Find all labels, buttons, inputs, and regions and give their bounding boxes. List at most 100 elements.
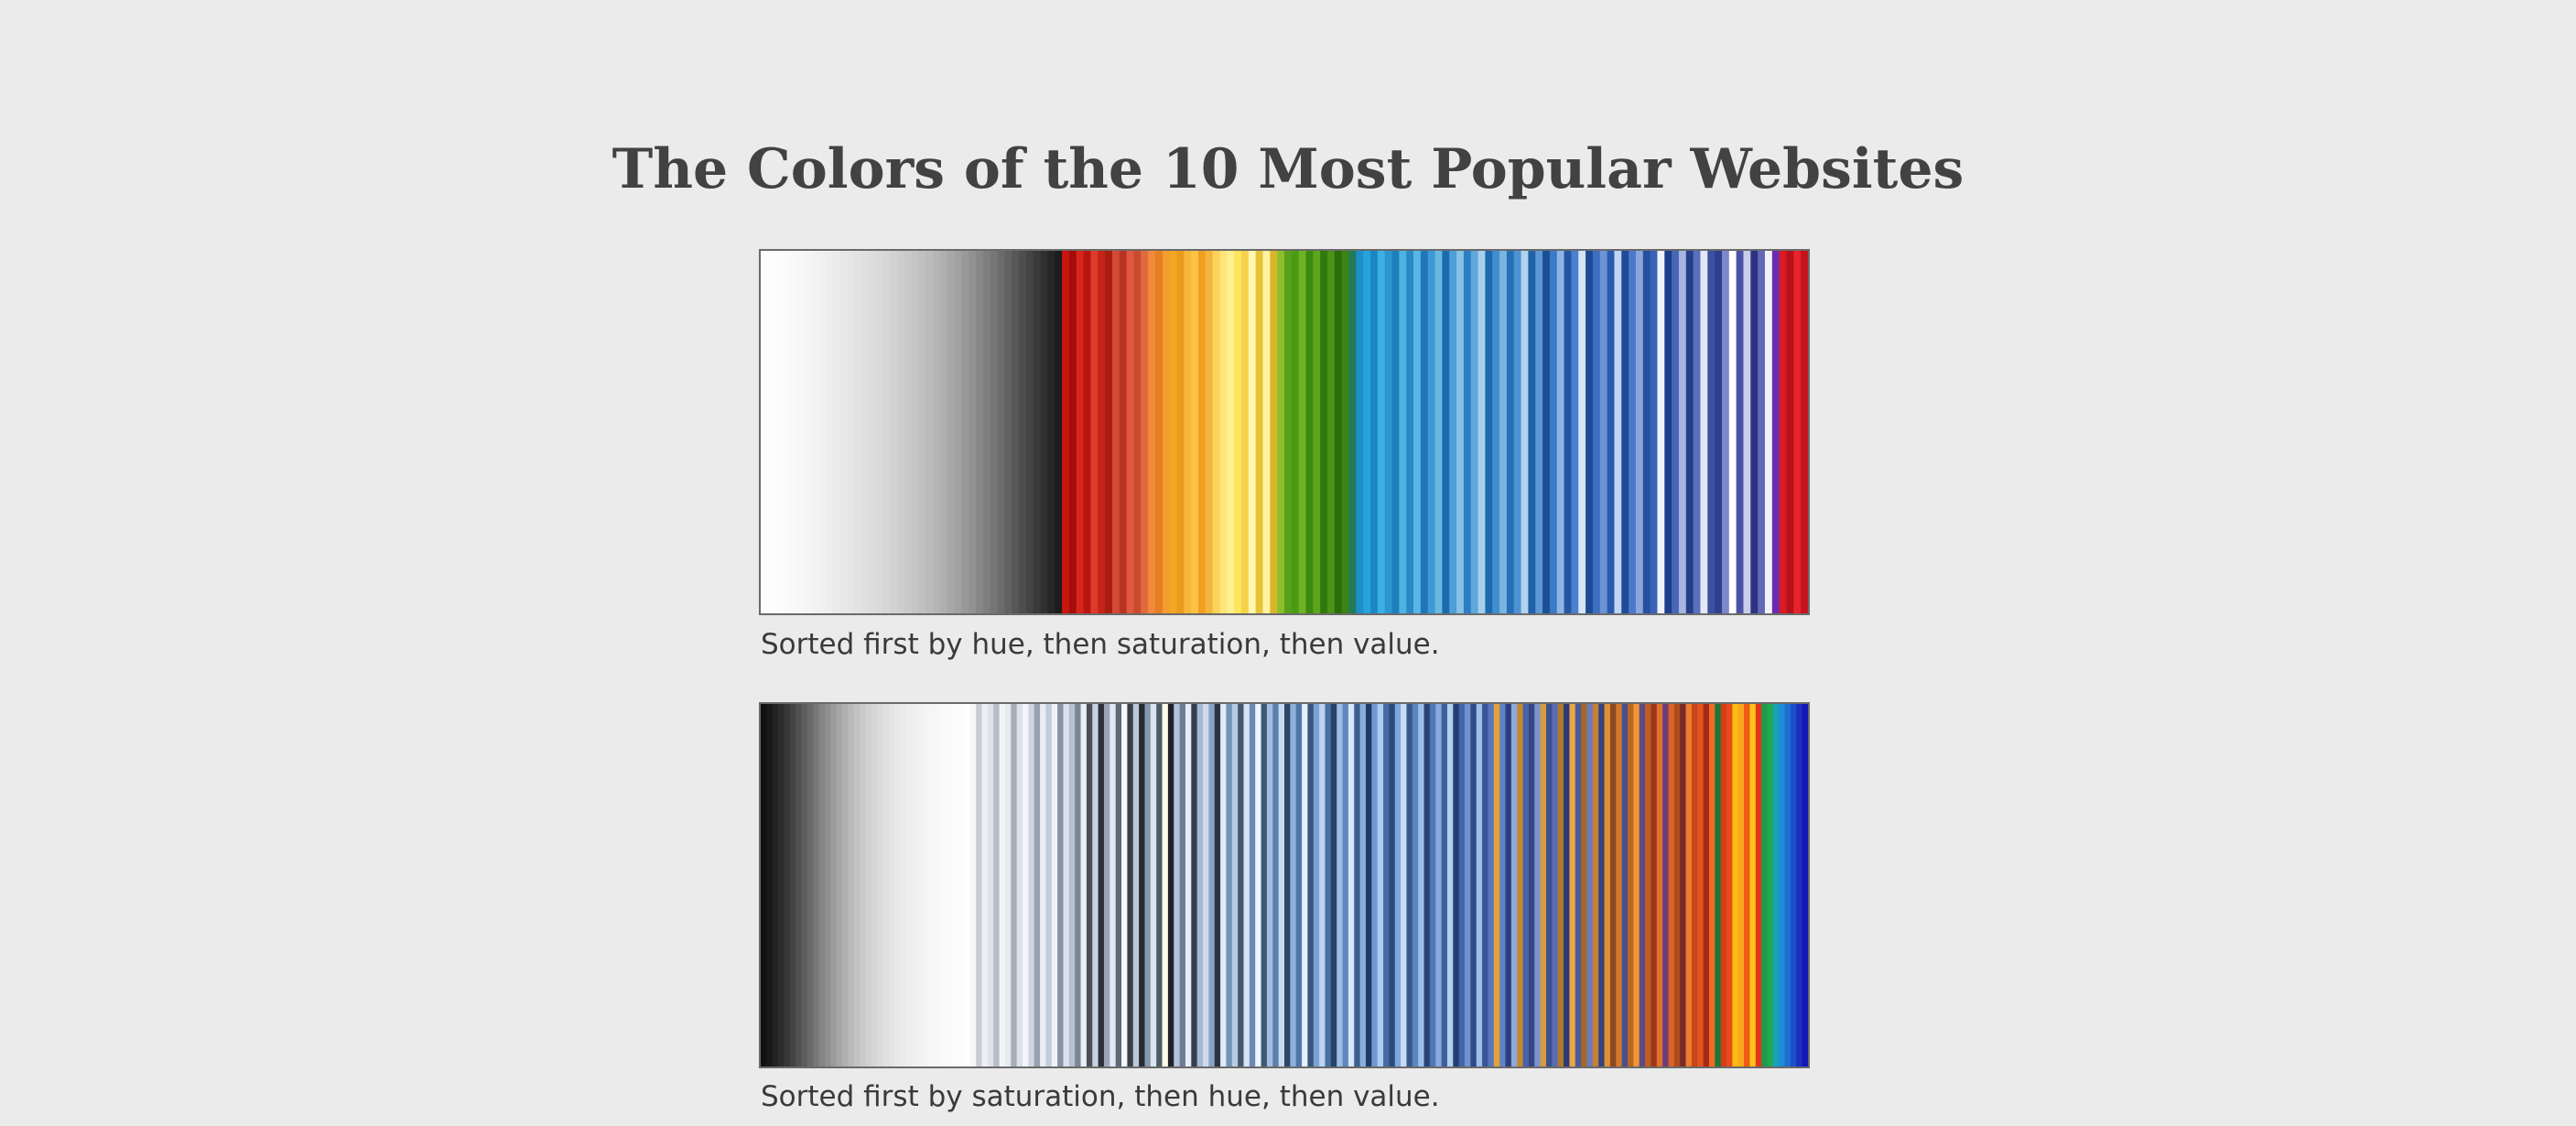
color-stripe xyxy=(1191,704,1198,1066)
color-stripe xyxy=(1656,704,1663,1066)
color-stripe xyxy=(836,704,843,1066)
color-stripe xyxy=(969,251,977,613)
color-stripe xyxy=(1227,251,1235,613)
color-stripe xyxy=(1305,251,1315,613)
color-stripe xyxy=(961,251,969,613)
color-stripe xyxy=(1604,704,1611,1066)
color-stripe xyxy=(1341,251,1350,613)
color-stripe xyxy=(801,704,808,1066)
color-stripe xyxy=(1132,704,1140,1066)
color-stripe xyxy=(1371,704,1379,1066)
color-stripe xyxy=(1342,704,1349,1066)
color-stripe xyxy=(1737,704,1745,1066)
color-stripe xyxy=(1313,704,1320,1066)
color-stripe xyxy=(813,704,820,1066)
color-stripe xyxy=(1406,704,1413,1066)
color-stripe xyxy=(1319,704,1326,1066)
color-stripe xyxy=(1051,704,1058,1066)
color-stripe xyxy=(877,704,884,1066)
color-stripe xyxy=(772,704,779,1066)
color-stripe xyxy=(804,251,812,613)
color-stripe xyxy=(1389,704,1396,1066)
color-stripe xyxy=(1219,251,1228,613)
color-stripe xyxy=(1354,704,1361,1066)
color-stripe xyxy=(1736,251,1745,613)
color-stripe xyxy=(1401,704,1408,1066)
color-stripe xyxy=(1499,251,1508,613)
color-stripe xyxy=(1510,704,1518,1066)
color-stripe xyxy=(1418,704,1425,1066)
color-stripe xyxy=(1307,704,1315,1066)
color-stripe xyxy=(1348,251,1358,613)
color-stripe xyxy=(841,704,850,1066)
color-stripe xyxy=(1651,704,1658,1066)
color-stripe xyxy=(860,704,867,1066)
color-stripe xyxy=(1025,251,1034,613)
color-stripe xyxy=(1148,251,1156,613)
color-stripe xyxy=(1482,704,1489,1066)
color-stripe xyxy=(1557,704,1564,1066)
color-stripe xyxy=(969,704,977,1066)
color-stripe xyxy=(1802,704,1808,1066)
color-stripe xyxy=(1796,704,1803,1066)
color-stripe xyxy=(1284,251,1293,613)
color-stripe xyxy=(1203,704,1210,1066)
color-stripe xyxy=(1629,251,1637,613)
color-stripe xyxy=(1465,704,1472,1066)
color-stripe xyxy=(810,251,819,613)
color-stripe xyxy=(1098,704,1105,1066)
color-stripe xyxy=(875,251,883,613)
color-stripe xyxy=(1133,251,1142,613)
color-stripe xyxy=(1191,251,1199,613)
color-stripe xyxy=(981,704,989,1066)
color-stripe xyxy=(1442,251,1450,613)
color-stripe xyxy=(1535,251,1543,613)
color-stripe xyxy=(1772,704,1780,1066)
color-stripe xyxy=(917,704,925,1066)
color-stripe xyxy=(796,251,805,613)
color-stripe xyxy=(1103,704,1111,1066)
color-stripe xyxy=(1493,704,1500,1066)
color-stripe xyxy=(1521,251,1530,613)
color-stripe xyxy=(1758,251,1766,613)
color-stripe xyxy=(825,251,834,613)
color-stripe xyxy=(774,251,784,613)
color-stripe xyxy=(1569,704,1576,1066)
color-stripe xyxy=(1564,251,1573,613)
color-stripe xyxy=(888,704,895,1066)
color-stripe xyxy=(1063,704,1070,1066)
color-stripe xyxy=(993,704,1001,1066)
color-stripe xyxy=(1700,251,1708,613)
color-stripe xyxy=(1476,704,1483,1066)
color-stripe xyxy=(1004,251,1012,613)
color-stripe xyxy=(1453,704,1460,1066)
color-stripe xyxy=(1313,251,1321,613)
color-strip-saturation-sorted xyxy=(759,702,1810,1068)
color-stripe xyxy=(1111,251,1120,613)
color-stripe xyxy=(1019,251,1027,613)
color-stripe xyxy=(1627,704,1635,1066)
color-stripe xyxy=(1212,251,1221,613)
color-stripe xyxy=(1664,251,1672,613)
color-stripe xyxy=(929,704,936,1066)
color-stripe xyxy=(1744,704,1751,1066)
color-stripe xyxy=(1715,704,1722,1066)
color-stripe xyxy=(947,704,954,1066)
color-stripe xyxy=(1499,704,1507,1066)
color-stripe xyxy=(1506,251,1515,613)
color-stripe xyxy=(905,704,913,1066)
color-stripe xyxy=(1449,251,1457,613)
color-stripe xyxy=(1127,704,1134,1066)
color-stripe xyxy=(1429,704,1436,1066)
color-stripe xyxy=(1556,251,1565,613)
color-stripe xyxy=(1167,704,1174,1066)
color-stripe xyxy=(1678,251,1687,613)
color-stripe xyxy=(1169,251,1178,613)
color-stripe xyxy=(1691,704,1698,1066)
color-stripe xyxy=(868,251,877,613)
color-stripe xyxy=(1150,704,1157,1066)
color-stripe xyxy=(1220,704,1228,1066)
color-stripe xyxy=(890,251,898,613)
color-stripe xyxy=(1238,704,1245,1066)
color-stripe xyxy=(1234,251,1242,613)
